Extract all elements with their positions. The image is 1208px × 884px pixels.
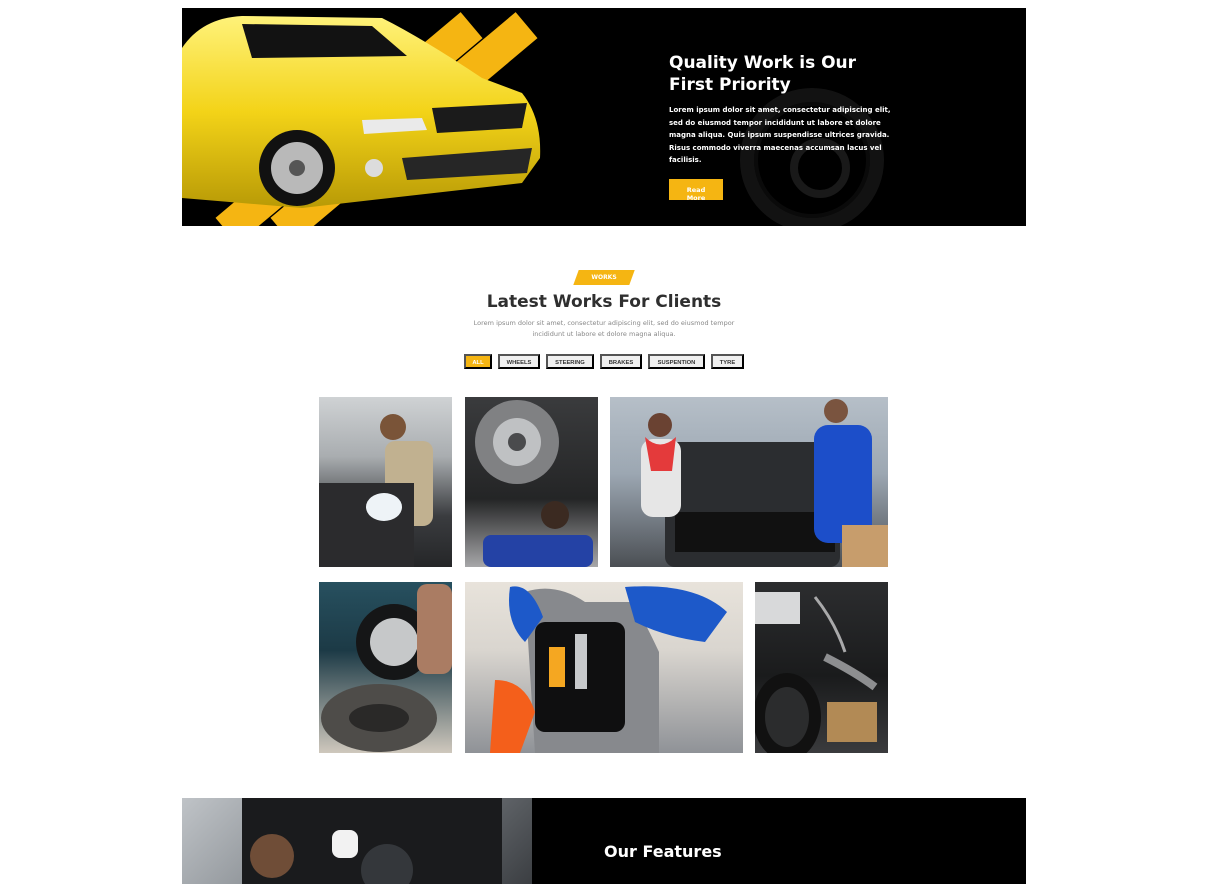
work-image-team-car-hood[interactable] [610, 397, 888, 567]
hero-content: Quality Work is Our First Priority Lorem… [669, 52, 899, 204]
hero-description: Lorem ipsum dolor sit amet, consectetur … [669, 106, 891, 164]
team-car-hood-illustration [641, 399, 888, 567]
car-image [182, 16, 541, 208]
filter-all[interactable]: ALL [464, 354, 492, 369]
filter-suspention[interactable]: SUSPENTION [648, 354, 705, 369]
works-filter-bar: ALL WHEELS STEERING BRAKES SUSPENTION TY… [464, 354, 744, 369]
tool-belt-illustration [490, 586, 727, 753]
works-tag: WORKS [573, 270, 635, 285]
work-image-tire-change[interactable] [319, 582, 452, 753]
page: Quality Work is Our First Priority Lorem… [0, 0, 1208, 884]
suspension-illustration [755, 592, 878, 753]
features-section: Our Features [182, 798, 1026, 884]
work-image-mechanic-engine[interactable] [319, 397, 452, 567]
works-tag-label: WORKS [591, 274, 617, 281]
works-subtitle: Lorem ipsum dolor sit amet, consectetur … [473, 319, 735, 338]
features-title: Our Features [604, 842, 722, 861]
filter-tyre[interactable]: TYRE [711, 354, 744, 369]
hero-banner: Quality Work is Our First Priority Lorem… [182, 8, 1026, 226]
filter-steering[interactable]: STEERING [546, 354, 594, 369]
works-title: Latest Works For Clients [486, 292, 722, 312]
hero-title: Quality Work is Our First Priority [669, 53, 857, 95]
mechanic-engine-illustration [319, 414, 433, 567]
work-image-suspension[interactable] [755, 582, 888, 753]
tire-change-illustration [321, 584, 452, 752]
filter-wheels[interactable]: WHEELS [498, 354, 540, 369]
read-more-button[interactable]: Read More [669, 178, 723, 202]
filter-brakes[interactable]: BRAKES [600, 354, 642, 369]
features-mechanic-image [182, 798, 532, 884]
work-image-brake-disc[interactable] [465, 397, 598, 567]
work-image-tool-belt[interactable] [465, 582, 743, 753]
features-mechanic-illustration [242, 798, 502, 884]
brake-disc-illustration [475, 400, 593, 567]
